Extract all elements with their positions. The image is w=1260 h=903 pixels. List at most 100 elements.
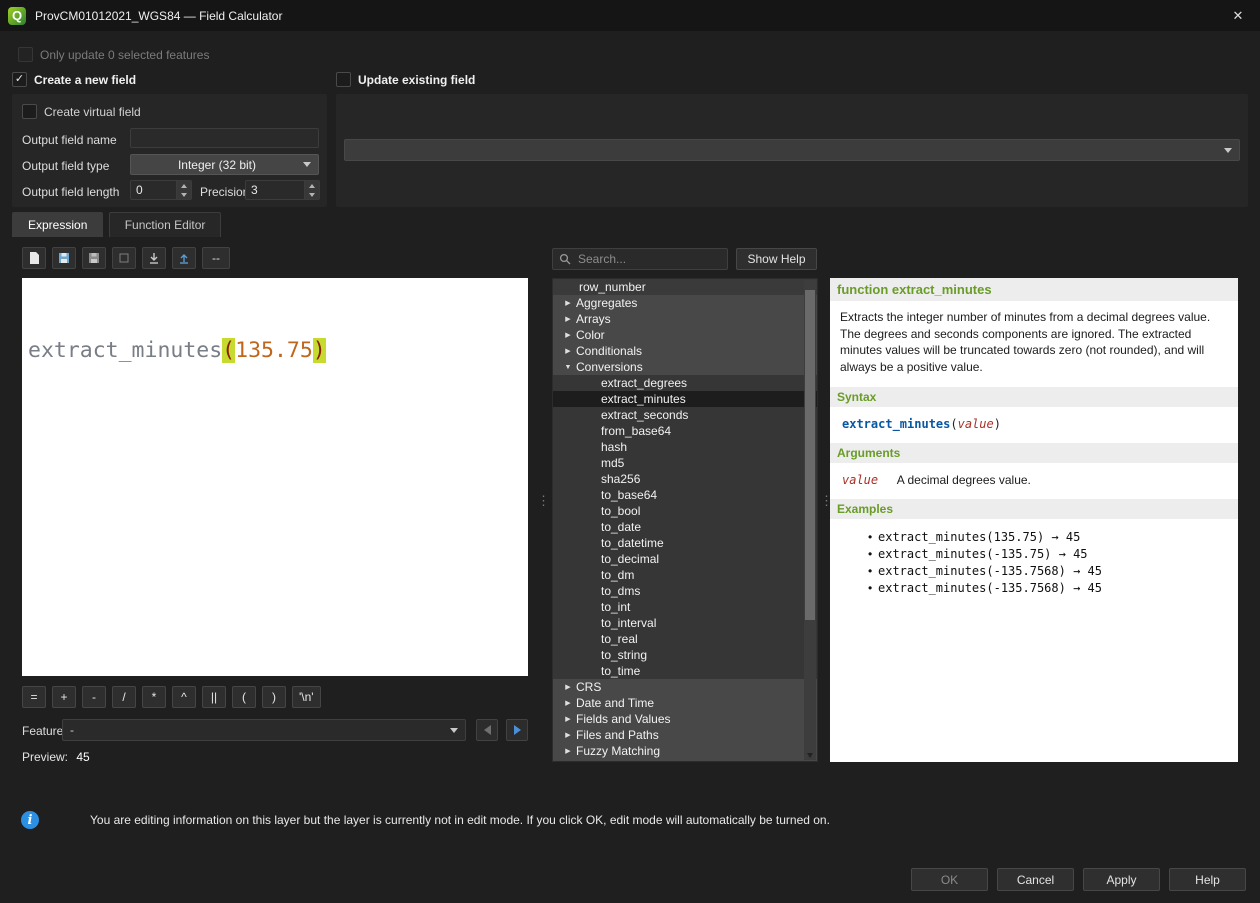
clear-expression-button[interactable] xyxy=(112,247,136,269)
next-feature-icon xyxy=(514,725,521,735)
function-tree: row_number ▶Aggregates ▶Arrays ▶Color ▶C… xyxy=(552,278,818,762)
tree-group-fields-and-values[interactable]: ▶Fields and Values xyxy=(553,711,817,727)
create-new-field-checkbox[interactable]: ✓ Create a new field xyxy=(12,72,136,87)
toggle-comment-button[interactable]: -- xyxy=(202,247,230,269)
preview-row: Preview: 45 xyxy=(22,750,90,764)
output-field-name-input[interactable] xyxy=(130,128,319,148)
tree-item-row-number[interactable]: row_number xyxy=(553,279,817,295)
previous-feature-button[interactable] xyxy=(476,719,498,741)
output-field-length-label: Output field length xyxy=(22,185,119,199)
create-virtual-field-checkbox[interactable]: Create virtual field xyxy=(22,104,141,119)
operator-power-button[interactable]: ^ xyxy=(172,686,196,708)
feature-select[interactable]: - xyxy=(62,719,466,741)
tree-item[interactable]: to_string xyxy=(553,647,817,663)
tree-group-crs[interactable]: ▶CRS xyxy=(553,679,817,695)
cancel-button[interactable]: Cancel xyxy=(997,868,1074,891)
operator-close-paren-button[interactable]: ) xyxy=(262,686,286,708)
function-search[interactable] xyxy=(552,248,728,270)
tree-group-color[interactable]: ▶Color xyxy=(553,327,817,343)
tree-group-files-and-paths[interactable]: ▶Files and Paths xyxy=(553,727,817,743)
title-bar: Q ProvCM01012021_WGS84 — Field Calculato… xyxy=(0,0,1260,31)
spinner-buttons[interactable] xyxy=(176,181,191,199)
tree-group-arrays[interactable]: ▶Arrays xyxy=(553,311,817,327)
scroll-down-icon[interactable] xyxy=(807,753,813,758)
output-field-type-select[interactable]: Integer (32 bit) xyxy=(130,154,319,175)
operator-open-paren-button[interactable]: ( xyxy=(232,686,256,708)
ok-button[interactable]: OK xyxy=(911,868,988,891)
existing-field-select[interactable] xyxy=(344,139,1240,161)
operator-divide-button[interactable]: / xyxy=(112,686,136,708)
save-as-expression-button[interactable] xyxy=(82,247,106,269)
tree-item[interactable]: to_dm xyxy=(553,567,817,583)
branch-collapsed-icon: ▶ xyxy=(562,331,574,339)
tree-item[interactable]: to_interval xyxy=(553,615,817,631)
bullet-icon: • xyxy=(868,546,878,563)
update-existing-field-checkbox[interactable]: Update existing field xyxy=(336,72,475,87)
example-item: •extract_minutes(135.75) → 45 xyxy=(868,529,1228,546)
info-icon: i xyxy=(21,811,39,829)
output-field-type-label: Output field type xyxy=(22,159,109,173)
tab-expression[interactable]: Expression xyxy=(12,212,103,237)
help-button[interactable]: Help xyxy=(1169,868,1246,891)
import-expression-button[interactable] xyxy=(142,247,166,269)
tree-item[interactable]: to_decimal xyxy=(553,551,817,567)
spin-up-icon[interactable] xyxy=(177,181,191,190)
save-expression-button[interactable] xyxy=(52,247,76,269)
spinner-buttons[interactable] xyxy=(304,181,319,199)
chevron-down-icon xyxy=(450,728,458,733)
only-update-checkbox[interactable]: Only update 0 selected features xyxy=(18,47,209,62)
spin-up-icon[interactable] xyxy=(305,181,319,190)
apply-button[interactable]: Apply xyxy=(1083,868,1160,891)
operator-equals-button[interactable]: = xyxy=(22,686,46,708)
tree-item[interactable]: to_time xyxy=(553,663,817,679)
close-button[interactable]: ✕ xyxy=(1216,0,1260,31)
tree-item[interactable]: md5 xyxy=(553,455,817,471)
tree-group-conversions[interactable]: ▼Conversions xyxy=(553,359,817,375)
tree-item[interactable]: to_dms xyxy=(553,583,817,599)
tree-item[interactable]: hash xyxy=(553,439,817,455)
tree-item[interactable]: sha256 xyxy=(553,471,817,487)
tree-scrollbar-thumb[interactable] xyxy=(805,290,815,620)
next-feature-button[interactable] xyxy=(506,719,528,741)
export-expression-button[interactable] xyxy=(172,247,196,269)
tree-item[interactable]: to_real xyxy=(553,631,817,647)
tree-group-date-and-time[interactable]: ▶Date and Time xyxy=(553,695,817,711)
branch-collapsed-icon: ▶ xyxy=(562,347,574,355)
output-field-type-value: Integer (32 bit) xyxy=(131,158,303,172)
expression-editor[interactable]: extract_minutes(135.75) xyxy=(22,278,528,676)
new-expression-button[interactable] xyxy=(22,247,46,269)
new-field-panel: Create virtual field Output field name O… xyxy=(12,94,327,207)
spin-down-icon[interactable] xyxy=(305,190,319,199)
tree-item[interactable]: from_base64 xyxy=(553,423,817,439)
tab-function-editor[interactable]: Function Editor xyxy=(109,212,222,237)
operator-concat-button[interactable]: || xyxy=(202,686,226,708)
tree-item[interactable]: to_bool xyxy=(553,503,817,519)
splitter-handle[interactable]: ⋮ xyxy=(820,496,833,506)
tree-group-conditionals[interactable]: ▶Conditionals xyxy=(553,343,817,359)
preview-label: Preview: xyxy=(22,750,68,764)
spin-down-icon[interactable] xyxy=(177,190,191,199)
tree-item[interactable]: to_datetime xyxy=(553,535,817,551)
tree-item-extract-minutes[interactable]: extract_minutes xyxy=(553,391,817,407)
example-item: •extract_minutes(-135.75) → 45 xyxy=(868,546,1228,563)
tree-item[interactable]: to_date xyxy=(553,519,817,535)
operator-newline-button[interactable]: '\n' xyxy=(292,686,321,708)
operator-buttons: = + - / * ^ || ( ) '\n' xyxy=(22,686,321,708)
tree-item[interactable]: extract_degrees xyxy=(553,375,817,391)
splitter-handle[interactable]: ⋮ xyxy=(537,496,550,506)
tree-item[interactable]: to_base64 xyxy=(553,487,817,503)
tree-group-aggregates[interactable]: ▶Aggregates xyxy=(553,295,817,311)
tree-group-fuzzy-matching[interactable]: ▶Fuzzy Matching xyxy=(553,743,817,759)
help-title: function extract_minutes xyxy=(830,278,1238,301)
search-input[interactable] xyxy=(576,251,710,267)
tree-item[interactable]: to_int xyxy=(553,599,817,615)
operator-minus-button[interactable]: - xyxy=(82,686,106,708)
operator-multiply-button[interactable]: * xyxy=(142,686,166,708)
precision-spinner[interactable]: 3 xyxy=(245,180,320,200)
tree-scrollbar[interactable] xyxy=(804,280,816,760)
operator-plus-button[interactable]: + xyxy=(52,686,76,708)
create-new-field-label: Create a new field xyxy=(34,73,136,87)
output-field-length-spinner[interactable]: 0 xyxy=(130,180,192,200)
show-help-button[interactable]: Show Help xyxy=(736,248,817,270)
tree-item[interactable]: extract_seconds xyxy=(553,407,817,423)
